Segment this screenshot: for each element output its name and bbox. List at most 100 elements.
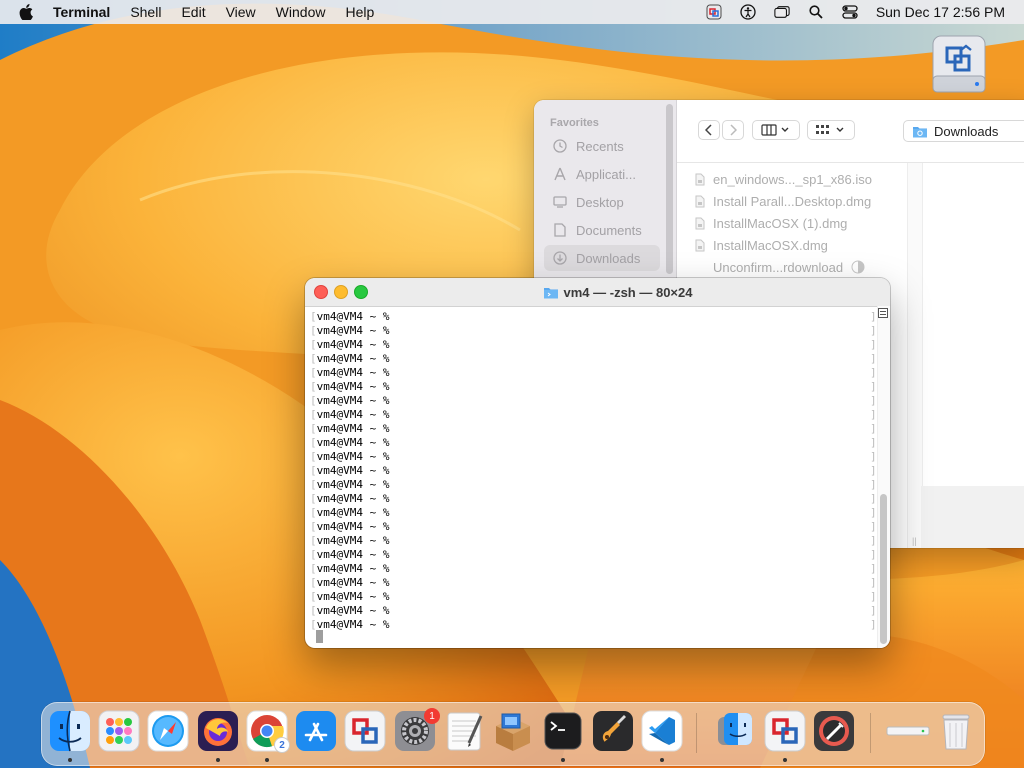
list-item[interactable]: Unconfirm...rdownload — [695, 257, 865, 277]
trash-icon[interactable] — [935, 710, 977, 752]
download-progress-icon — [851, 260, 865, 274]
mark-bracket: [ — [310, 450, 317, 463]
scrollbar-thumb[interactable] — [880, 494, 887, 644]
launchpad-icon[interactable] — [98, 710, 140, 752]
file-icon — [695, 239, 705, 251]
desktop-drive-icon[interactable] — [930, 34, 988, 96]
menu-app-name[interactable]: Terminal — [53, 4, 110, 20]
menu-help[interactable]: Help — [345, 4, 374, 20]
file-name: Unconfirm...rdownload — [713, 259, 844, 275]
mark-bracket: ] — [870, 548, 877, 561]
sidebar-scrollbar[interactable] — [666, 104, 673, 274]
split-pane-icon[interactable] — [878, 308, 888, 318]
parallels-desktop-icon[interactable] — [764, 710, 806, 752]
list-item[interactable]: en_windows..._sp1_x86.iso — [695, 169, 872, 189]
menu-shell[interactable]: Shell — [130, 4, 161, 20]
forward-button[interactable] — [722, 120, 744, 140]
mark-bracket: [ — [310, 478, 317, 491]
terminal-content[interactable]: [vm4@VM4 ~ %] [vm4@VM4 ~ %] [vm4@VM4 ~ %][… — [310, 308, 877, 644]
menu-view[interactable]: View — [226, 4, 256, 20]
mark-bracket: ] — [870, 618, 877, 631]
applications-icon — [552, 166, 568, 182]
terminal-line: [vm4@VM4 ~ %] — [310, 450, 877, 464]
control-center-icon[interactable] — [842, 4, 858, 20]
mark-bracket: ] — [870, 338, 877, 351]
terminal-line: [vm4@VM4 ~ %] — [310, 436, 877, 450]
window-title-text: vm4 — -zsh — 80×24 — [563, 284, 693, 300]
digital-color-meter-icon[interactable] — [813, 710, 855, 752]
archive-utility-icon[interactable] — [492, 710, 534, 752]
clock-icon — [552, 138, 568, 154]
list-item[interactable]: InstallMacOSX (1).dmg — [695, 213, 847, 233]
accessibility-icon[interactable] — [740, 4, 756, 20]
path-popup[interactable]: Downloads — [903, 120, 1024, 142]
dock: 2 1 — [41, 702, 985, 766]
terminal-line: [vm4@VM4 ~ %] — [310, 492, 877, 506]
garageband-icon[interactable] — [592, 710, 634, 752]
prompt-text: vm4@VM4 ~ % — [316, 324, 390, 337]
prompt-text: vm4@VM4 ~ % — [316, 562, 390, 575]
apple-menu-icon[interactable] — [19, 4, 35, 20]
mark-bracket: ] — [870, 450, 877, 463]
finder-icon[interactable] — [49, 710, 91, 752]
drive-icon[interactable] — [885, 710, 931, 752]
mark-bracket: ] — [870, 534, 877, 547]
safari-icon[interactable] — [147, 710, 189, 752]
mark-bracket: ] — [870, 604, 877, 617]
prompt-text: vm4@VM4 ~ % — [316, 576, 390, 589]
parallels-icon[interactable] — [344, 710, 386, 752]
running-indicator — [216, 758, 220, 762]
menu-clock[interactable]: Sun Dec 17 2:56 PM — [876, 4, 1005, 20]
sidebar-item-desktop[interactable]: Desktop — [544, 189, 660, 215]
sidebar-item-label: Applicati... — [576, 166, 636, 182]
sidebar-heading: Favorites — [550, 117, 599, 129]
mark-bracket: [ — [310, 380, 317, 393]
back-button[interactable] — [698, 120, 720, 140]
parallels-icon[interactable] — [706, 4, 722, 20]
terminal-line: [vm4@VM4 ~ %] — [310, 408, 877, 422]
prompt-text: vm4@VM4 ~ % — [316, 450, 390, 463]
terminal-line: [vm4@VM4 ~ %] — [310, 324, 877, 338]
prompt-text: vm4@VM4 ~ % — [316, 310, 390, 323]
mark-bracket: ] — [870, 506, 877, 519]
list-item[interactable]: InstallMacOSX.dmg — [695, 235, 828, 255]
mark-bracket: ] — [870, 464, 877, 477]
mark-bracket: ] — [870, 576, 877, 589]
app-store-icon[interactable] — [295, 710, 337, 752]
mark-bracket: [ — [310, 548, 317, 561]
mark-bracket: [ — [310, 338, 317, 351]
sidebar-item-applications[interactable]: Applicati... — [544, 161, 660, 187]
search-icon[interactable] — [808, 4, 824, 20]
vscode-icon[interactable] — [641, 710, 683, 752]
sidebar-item-documents[interactable]: Documents — [544, 217, 660, 243]
file-name: Install Parall...Desktop.dmg — [713, 193, 872, 209]
prompt-text: vm4@VM4 ~ % — [316, 534, 390, 547]
window-icon[interactable] — [774, 4, 790, 20]
mark-bracket: [ — [310, 436, 317, 449]
view-columns-button[interactable] — [752, 120, 800, 140]
mark-bracket: ] — [870, 408, 877, 421]
resize-grip-icon[interactable]: || — [912, 536, 917, 546]
group-button[interactable] — [807, 120, 855, 140]
sidebar-item-downloads[interactable]: Downloads — [544, 245, 660, 271]
terminal-line: [vm4@VM4 ~ %] — [310, 534, 877, 548]
mark-bracket: [ — [310, 492, 317, 505]
menu-edit[interactable]: Edit — [181, 4, 205, 20]
prompt-text: vm4@VM4 ~ % — [316, 604, 390, 617]
terminal-line: [vm4@VM4 ~ %] — [310, 562, 877, 576]
firefox-icon[interactable] — [197, 710, 239, 752]
running-indicator — [265, 758, 269, 762]
list-item[interactable]: Install Parall...Desktop.dmg — [695, 191, 871, 211]
menu-bar: Terminal Shell Edit View Window Help Sun… — [0, 0, 1024, 24]
migration-assistant-icon[interactable] — [714, 710, 756, 752]
mark-bracket: [ — [310, 604, 317, 617]
terminal-line: [vm4@VM4 ~ %] — [310, 380, 877, 394]
terminal-icon[interactable] — [542, 710, 584, 752]
prompt-text: vm4@VM4 ~ % — [316, 520, 390, 533]
file-name: InstallMacOSX (1).dmg — [713, 215, 848, 231]
sidebar-item-label: Desktop — [576, 194, 624, 210]
sidebar-item-recents[interactable]: Recents — [544, 133, 660, 159]
textedit-icon[interactable] — [443, 710, 485, 752]
menu-window[interactable]: Window — [276, 4, 326, 20]
prompt-text: vm4@VM4 ~ % — [316, 590, 390, 603]
